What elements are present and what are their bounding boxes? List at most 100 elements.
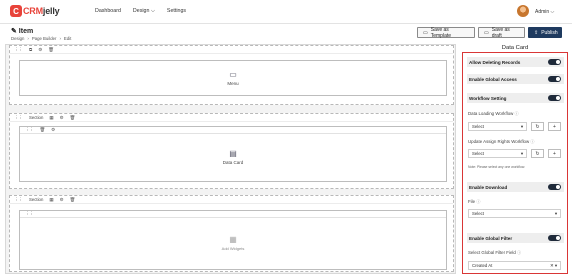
panel-title: Data Card (501, 45, 529, 51)
menu-widget-icon: ▭ (229, 69, 237, 79)
data-loading-value: Select (472, 124, 484, 129)
global-access-label: Enable Global Access (469, 76, 517, 82)
enable-download-label: Enable Download (469, 184, 508, 190)
save-as-draft-label: Save as draft (491, 26, 510, 39)
help-icon: ⓘ (514, 111, 519, 116)
allow-deleting-label: Allow Deleting Records (469, 59, 521, 65)
breadcrumb-design[interactable]: Design (11, 36, 24, 41)
crmjelly-logo[interactable]: C CRMjelly (10, 5, 60, 17)
breadcrumb-page-builder[interactable]: Page Builder (32, 36, 57, 41)
nav-dashboard[interactable]: Dashboard (95, 8, 121, 15)
drag-handle-icon[interactable]: ⋮⋮ (14, 47, 23, 53)
workflow-note: Note: Please select any one workflow. (468, 165, 526, 169)
plus-icon: + (553, 150, 556, 157)
section-label: Section (29, 115, 44, 120)
data-card-label: Data Card (222, 160, 244, 165)
logo-crm: CRM (23, 6, 43, 16)
breadcrumb-separator: › (27, 36, 29, 41)
section-label: Section (29, 197, 44, 202)
nav-design[interactable]: Design ⌵ (133, 8, 155, 15)
nav-settings[interactable]: Settings (167, 8, 186, 15)
filter-field-controls: ✕ ▾ (550, 263, 557, 269)
section-data-card[interactable]: ⋮⋮ Section ▦ ⚙ 🗑 ⋮⋮ 🗑 ⚙ ▤ Data Card (9, 113, 454, 189)
delete-icon[interactable]: 🗑 (70, 197, 76, 203)
delete-icon[interactable]: 🗑 (48, 47, 54, 53)
user-menu[interactable]: Admin ⌵ (535, 9, 554, 15)
refresh-icon: ↻ (535, 150, 540, 157)
clear-icon[interactable]: ✕ (550, 263, 554, 268)
drag-handle-icon[interactable]: ⋮⋮ (14, 115, 23, 121)
global-access-toggle[interactable] (548, 75, 561, 83)
settings-icon[interactable]: ⚙ (60, 115, 64, 121)
settings-icon[interactable]: ⚙ (60, 197, 64, 203)
file-value: Select (472, 211, 484, 216)
data-card-body: ▤ Data Card (20, 134, 446, 181)
section-empty[interactable]: ⋮⋮ Section ▦ ⚙ 🗑 ⋮⋮ ▦ Add Widgets (9, 195, 454, 272)
data-loading-select[interactable]: Select ▾ (468, 122, 527, 131)
data-card-icon: ▤ (229, 149, 237, 158)
enable-download-toggle[interactable] (548, 183, 561, 191)
section-toolbar: ⋮⋮ Section ▦ ⚙ 🗑 (10, 114, 453, 122)
draft-icon: ▭ (484, 29, 489, 36)
filter-field-value: Created At (472, 263, 493, 268)
filter-field-select[interactable]: Created At ✕ ▾ (468, 261, 561, 270)
add-widgets-body: ▦ Add Widgets (20, 218, 446, 269)
add-widgets-label: Add Widgets (221, 246, 245, 251)
refresh-icon: ↻ (535, 123, 540, 130)
layout-icon[interactable]: ▦ (49, 197, 53, 203)
add-widget-icon: ▦ (229, 235, 237, 244)
avatar[interactable] (517, 5, 529, 17)
section-toolbar: ⋮⋮ Section ▦ ⚙ 🗑 (10, 196, 453, 204)
data-card-widget[interactable]: ⋮⋮ 🗑 ⚙ ▤ Data Card (19, 126, 447, 182)
logo-text: CRMjelly (23, 6, 60, 16)
enable-download-row: Enable Download (467, 182, 564, 192)
menu-widget-body: ▭ Menu (20, 61, 446, 95)
drag-handle-icon[interactable]: ⋮⋮ (25, 211, 34, 217)
workflow-setting-toggle[interactable] (548, 94, 561, 102)
template-icon: ▭ (423, 29, 428, 36)
workflow-setting-label: Workflow Setting (469, 95, 507, 101)
global-filter-label: Enable Global Filter (469, 235, 513, 241)
main-nav: Dashboard Design ⌵ Settings (95, 8, 186, 15)
publish-button[interactable]: ⇪ Publish (528, 27, 562, 38)
drag-handle-icon[interactable]: ⋮⋮ (25, 127, 34, 133)
breadcrumb-edit: Edit (63, 36, 72, 41)
update-rights-label: Update Assign Rights Workflow ⓘ (468, 139, 535, 144)
save-as-draft-button[interactable]: ▭ Save as draft (478, 26, 525, 39)
settings-icon[interactable]: ⚙ (51, 127, 55, 133)
global-filter-toggle[interactable] (548, 234, 561, 242)
add-widgets-dropzone[interactable]: ⋮⋮ ▦ Add Widgets (19, 210, 447, 270)
publish-label: Publish (541, 29, 558, 36)
widget-toolbar: ⋮⋮ 🗑 ⚙ (20, 127, 446, 134)
chevron-down-icon: ▾ (520, 123, 523, 129)
update-rights-value: Select (472, 151, 484, 156)
delete-icon[interactable]: 🗑 (70, 115, 76, 121)
settings-icon[interactable]: ⚙ (38, 47, 42, 53)
layout-icon[interactable]: ▦ (49, 115, 53, 121)
delete-icon[interactable]: 🗑 (40, 127, 45, 133)
workflow-setting-row: Workflow Setting (467, 93, 564, 103)
allow-deleting-toggle[interactable] (548, 58, 561, 66)
page-title: ✎ Item (11, 28, 34, 35)
section-toolbar: ⋮⋮ ⧉ ⚙ 🗑 (10, 46, 453, 54)
global-access-row: Enable Global Access (467, 74, 564, 84)
plus-icon: + (553, 123, 556, 130)
menu-widget[interactable]: ▭ Menu (19, 60, 447, 96)
refresh-button[interactable]: ↻ (531, 122, 544, 131)
file-select[interactable]: Select ▾ (468, 209, 561, 218)
data-card-properties-panel: Allow Deleting Records Enable Global Acc… (462, 52, 568, 274)
global-filter-row: Enable Global Filter (467, 233, 564, 243)
section-menu[interactable]: ⋮⋮ ⧉ ⚙ 🗑 ▭ Menu (9, 45, 454, 105)
copy-icon[interactable]: ⧉ (29, 47, 32, 52)
refresh-button[interactable]: ↻ (531, 149, 544, 158)
help-icon: ⓘ (476, 199, 481, 204)
menu-widget-label: Menu (227, 80, 239, 86)
save-as-template-button[interactable]: ▭ Save as Template (417, 27, 475, 39)
chevron-down-icon: ▾ (554, 262, 557, 268)
breadcrumb-separator: › (59, 36, 61, 41)
add-button[interactable]: + (548, 122, 561, 131)
add-button[interactable]: + (548, 149, 561, 158)
breadcrumb: Design › Page Builder › Edit (11, 36, 71, 41)
update-rights-select[interactable]: Select ▾ (468, 149, 527, 158)
drag-handle-icon[interactable]: ⋮⋮ (14, 197, 23, 203)
